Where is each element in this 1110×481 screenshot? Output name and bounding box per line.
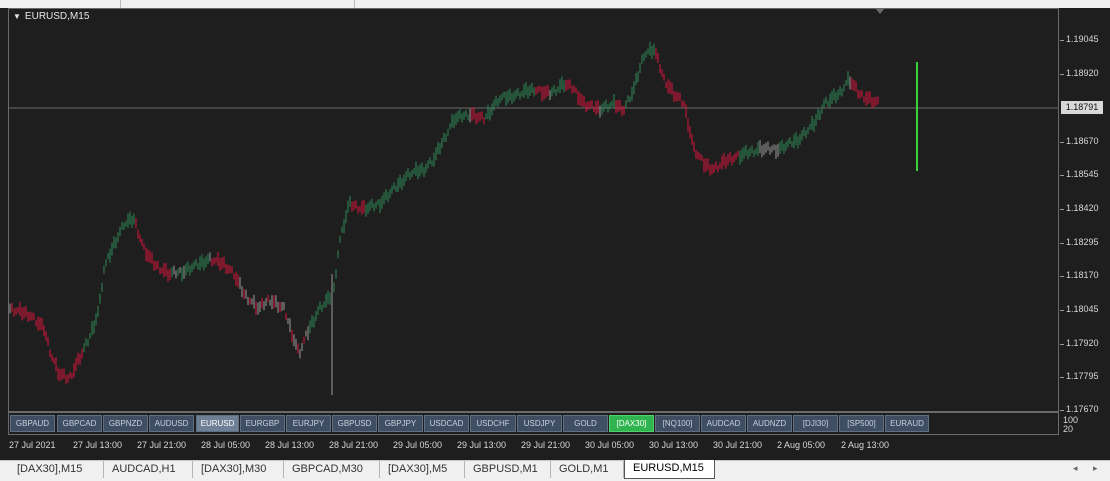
price-tick: 1.18045 xyxy=(1060,304,1099,314)
price-axis[interactable]: 1.19045 1.18920 1.18670 1.18545 1.18420 … xyxy=(1060,8,1110,414)
symbol-button-eurusd[interactable]: EURUSD xyxy=(196,415,239,432)
symbol-button-gbpjpy[interactable]: GBPJPY xyxy=(378,415,423,432)
symbol-button-dji30[interactable]: [DJI30] xyxy=(793,415,838,432)
symbol-button-usdcad[interactable]: USDCAD xyxy=(424,415,469,432)
symbol-button-sp500[interactable]: [SP500] xyxy=(839,415,884,432)
time-label: 2 Aug 13:00 xyxy=(841,440,890,450)
tab-dax30m5[interactable]: [DAX30],M5 xyxy=(380,461,465,478)
tab-audcadh1[interactable]: AUDCAD,H1 xyxy=(104,461,193,478)
symbol-button-gbpcad[interactable]: GBPCAD xyxy=(57,415,102,432)
toolbar-separator xyxy=(354,0,355,8)
symbol-button-gold[interactable]: GOLD xyxy=(563,415,608,432)
price-tick: 1.18545 xyxy=(1060,169,1099,179)
symbol-button-audcad[interactable]: AUDCAD xyxy=(701,415,746,432)
indicator-tick: 20 xyxy=(1063,424,1074,434)
price-tick: 1.18420 xyxy=(1060,203,1099,213)
symbol-button-euraud[interactable]: EURAUD xyxy=(885,415,929,432)
chart-window: ▼ EURUSD,M15 1.19045 1.18920 1.18670 1.1… xyxy=(0,0,1110,460)
tab-dax30m15[interactable]: [DAX30],M15 xyxy=(9,461,104,478)
time-label: 30 Jul 05:00 xyxy=(585,440,635,450)
chevron-left-icon[interactable]: ◂ xyxy=(1073,463,1078,474)
time-label: 30 Jul 21:00 xyxy=(713,440,763,450)
time-label: 27 Jul 13:00 xyxy=(73,440,123,450)
time-label: 27 Jul 21:00 xyxy=(137,440,187,450)
symbol-timeframe: EURUSD,M15 xyxy=(24,11,90,22)
time-label: 2 Aug 05:00 xyxy=(777,440,826,450)
symbol-button-gbpusd[interactable]: GBPUSD xyxy=(332,415,377,432)
time-label: 27 Jul 2021 xyxy=(9,440,56,450)
symbol-button-dax30[interactable]: [DAX30] xyxy=(609,415,654,432)
time-label: 29 Jul 13:00 xyxy=(457,440,507,450)
symbol-button-gbpaud[interactable]: GBPAUD xyxy=(10,415,55,432)
tab-goldm1[interactable]: GOLD,M1 xyxy=(551,461,624,478)
current-price-label: 1.18791 xyxy=(1061,101,1103,114)
price-tick: 1.17795 xyxy=(1060,371,1099,381)
chevron-right-icon[interactable]: ▸ xyxy=(1093,463,1098,474)
price-tick: 1.18170 xyxy=(1060,270,1099,280)
tab-gbpusdm1[interactable]: GBPUSD,M1 xyxy=(465,461,551,478)
toolbar-separator xyxy=(120,0,121,8)
top-toolbar-strip xyxy=(0,0,1110,8)
symbol-button-eurjpy[interactable]: EURJPY xyxy=(286,415,331,432)
tab-dax30m30[interactable]: [DAX30],M30 xyxy=(193,461,284,478)
symbol-button-audnzd[interactable]: AUDNZD xyxy=(747,415,792,432)
time-label: 28 Jul 13:00 xyxy=(265,440,315,450)
symbol-button-audusd[interactable]: AUDUSD xyxy=(149,415,194,432)
dropdown-triangle-icon[interactable]: ▼ xyxy=(13,12,21,21)
price-tick: 1.18670 xyxy=(1060,136,1099,146)
symbol-button-nq100[interactable]: [NQ100] xyxy=(655,415,700,432)
time-label: 29 Jul 05:00 xyxy=(393,440,443,450)
price-tick: 1.18920 xyxy=(1060,68,1099,78)
time-label: 28 Jul 05:00 xyxy=(201,440,251,450)
symbol-button-gbpnzd[interactable]: GBPNZD xyxy=(103,415,148,432)
shift-marker-icon[interactable] xyxy=(875,8,885,14)
symbol-button-usdjpy[interactable]: USDJPY xyxy=(517,415,562,432)
chart-symbol-label[interactable]: ▼ EURUSD,M15 xyxy=(13,11,89,22)
candlestick-plot xyxy=(9,41,1058,395)
time-label: 30 Jul 13:00 xyxy=(649,440,699,450)
price-tick: 1.18295 xyxy=(1060,237,1099,247)
price-chart[interactable] xyxy=(8,8,1059,412)
symbol-button-eurgbp[interactable]: EURGBP xyxy=(240,415,285,432)
price-tick: 1.19045 xyxy=(1060,34,1099,44)
tab-gbpcadm30[interactable]: GBPCAD,M30 xyxy=(284,461,380,478)
time-label: 28 Jul 21:00 xyxy=(329,440,379,450)
time-label: 29 Jul 21:00 xyxy=(521,440,571,450)
price-tick: 1.17920 xyxy=(1060,338,1099,348)
tab-eurusdm15[interactable]: EURUSD,M15 xyxy=(624,460,715,479)
price-tick: 1.17670 xyxy=(1060,404,1099,414)
symbol-button-usdchf[interactable]: USDCHF xyxy=(470,415,516,432)
